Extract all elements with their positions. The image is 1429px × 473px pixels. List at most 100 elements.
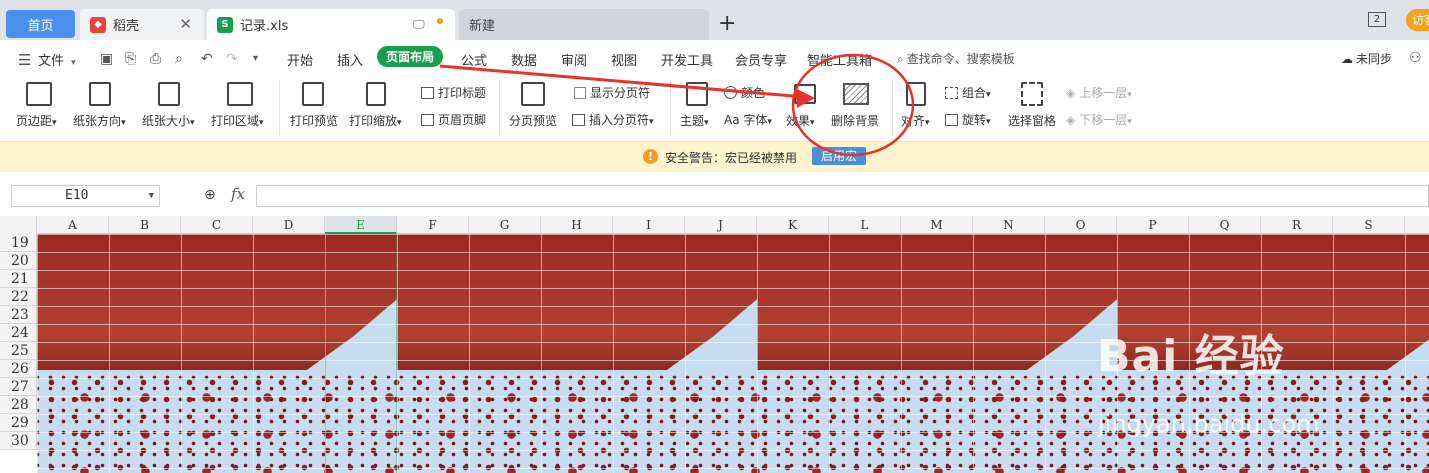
tab-new[interactable]: 新建	[459, 9, 709, 40]
menu-home[interactable]: 开始	[287, 50, 313, 69]
page-break-preview-icon[interactable]	[521, 82, 545, 106]
print-scale-icon[interactable]	[366, 82, 386, 106]
print-preview-icon[interactable]: ⌕	[175, 51, 183, 67]
menu-page-layout[interactable]: 页面布局	[377, 46, 444, 67]
align-button[interactable]: 对齐▾	[901, 112, 930, 129]
rotate-button[interactable]: 旋转▾	[945, 111, 991, 128]
page-break-preview-button[interactable]: 分页预览	[509, 112, 557, 129]
margins-icon[interactable]	[26, 82, 52, 106]
theme-button[interactable]: 主题▾	[680, 112, 709, 129]
delete-background-button[interactable]: 删除背景	[831, 112, 879, 129]
selection-pane-button[interactable]: 选择窗格	[1008, 112, 1056, 129]
bring-forward-button[interactable]: ◈ 上移一层▾	[1066, 84, 1132, 101]
print-preview-button[interactable]: 打印预览	[290, 112, 338, 129]
row-header-23[interactable]: 23	[0, 306, 37, 324]
hamburger-menu-icon[interactable]: ☰	[18, 51, 31, 69]
row-header-27[interactable]: 27	[0, 378, 37, 396]
undo-icon[interactable]: ↶	[201, 51, 213, 67]
orientation-button[interactable]: 纸张方向▾	[73, 112, 126, 129]
column-header-b[interactable]: B	[109, 216, 181, 234]
row-header-28[interactable]: 28	[0, 396, 37, 414]
column-header-i[interactable]: I	[613, 216, 685, 234]
column-header-e[interactable]: E	[325, 216, 397, 234]
share-user-icon[interactable]: ⚇	[1409, 50, 1422, 66]
column-header-l[interactable]: L	[829, 216, 901, 234]
save-icon[interactable]: ▣	[100, 51, 113, 67]
row-header-25[interactable]: 25	[0, 342, 37, 360]
row-header-30[interactable]: 30	[0, 432, 37, 450]
row-header-19[interactable]: 19	[0, 234, 37, 252]
column-header-g[interactable]: G	[469, 216, 541, 234]
theme-icon[interactable]	[686, 82, 708, 106]
row-header-26[interactable]: 26	[0, 360, 37, 378]
colors-button[interactable]: 颜色	[724, 84, 765, 101]
row-header-20[interactable]: 20	[0, 252, 37, 270]
close-icon[interactable]: ✕	[179, 15, 192, 33]
column-header-p[interactable]: P	[1117, 216, 1189, 234]
enable-macro-button[interactable]: 启用宏	[812, 147, 866, 165]
column-header-r[interactable]: R	[1261, 216, 1333, 234]
print-area-icon[interactable]	[227, 82, 253, 106]
column-header-n[interactable]: N	[973, 216, 1045, 234]
menu-review[interactable]: 审阅	[561, 50, 587, 69]
effects-icon[interactable]	[794, 84, 816, 104]
column-header-a[interactable]: A	[37, 216, 109, 234]
monitor-icon[interactable]: 🖵	[413, 17, 425, 32]
customize-toolbar-icon[interactable]: ▾	[253, 53, 258, 64]
insert-page-break-button[interactable]: 插入分页符▾	[572, 111, 654, 128]
group-button[interactable]: 组合▾	[945, 84, 991, 101]
print-area-button[interactable]: 打印区域▾	[211, 112, 264, 129]
column-header-s[interactable]: S	[1333, 216, 1405, 234]
delete-background-icon[interactable]	[843, 83, 869, 105]
tab-spreadsheet[interactable]: S 记录.xls 🖵	[207, 9, 455, 40]
menu-smart-toolbox[interactable]: 智能工具箱	[807, 50, 872, 69]
column-header-f[interactable]: F	[397, 216, 469, 234]
orientation-icon[interactable]	[89, 82, 111, 106]
align-icon[interactable]	[906, 82, 926, 106]
chevron-down-icon[interactable]: ▼	[149, 186, 154, 206]
add-tab-icon[interactable]: +	[718, 11, 736, 36]
margins-button[interactable]: 页边距▾	[16, 112, 57, 129]
command-search[interactable]: ⌕ 查找命令、搜索模板	[897, 50, 1015, 67]
show-page-break-checkbox[interactable]: 显示分页符	[574, 84, 650, 101]
formula-input[interactable]	[256, 185, 1429, 207]
menu-developer[interactable]: 开发工具	[661, 50, 713, 69]
sync-status[interactable]: ☁ 未同步	[1341, 50, 1392, 67]
column-header-o[interactable]: O	[1045, 216, 1117, 234]
column-header-j[interactable]: J	[685, 216, 757, 234]
menu-formulas[interactable]: 公式	[461, 50, 487, 69]
paper-size-button[interactable]: 纸张大小▾	[142, 112, 195, 129]
print-scale-button[interactable]: 打印缩放▾	[349, 112, 402, 129]
column-header-m[interactable]: M	[901, 216, 973, 234]
menu-insert[interactable]: 插入	[337, 50, 363, 69]
menu-view[interactable]: 视图	[611, 50, 637, 69]
print-preview-large-icon[interactable]	[302, 82, 324, 106]
paper-size-icon[interactable]	[158, 82, 180, 106]
row-header-29[interactable]: 29	[0, 414, 37, 432]
effects-button[interactable]: 效果▾	[786, 112, 815, 129]
redo-icon[interactable]: ↷	[226, 51, 238, 67]
row-header-22[interactable]: 22	[0, 288, 37, 306]
row-header-21[interactable]: 21	[0, 270, 37, 288]
name-box[interactable]: E10 ▼	[11, 185, 160, 207]
column-header-k[interactable]: K	[757, 216, 829, 234]
print-icon[interactable]: ⎙	[150, 51, 161, 67]
fx-icon[interactable]: fx	[231, 185, 245, 203]
menu-member[interactable]: 会员专享	[735, 50, 787, 69]
column-header-q[interactable]: Q	[1189, 216, 1261, 234]
selection-pane-icon[interactable]	[1021, 82, 1043, 106]
window-count-badge[interactable]: 2	[1368, 12, 1386, 27]
tab-home[interactable]: 首页	[6, 10, 75, 38]
zoom-icon[interactable]: ⊕	[204, 187, 216, 203]
format-painter-icon[interactable]: ⎘	[125, 51, 136, 67]
column-header-c[interactable]: C	[181, 216, 253, 234]
menu-file[interactable]: 文件 ▾	[38, 50, 76, 69]
select-all-corner[interactable]	[0, 216, 37, 234]
print-titles-button[interactable]: 打印标题	[421, 84, 486, 101]
visitor-button[interactable]: 访客	[1406, 9, 1429, 31]
column-header-h[interactable]: H	[541, 216, 613, 234]
font-button[interactable]: Aa 字体▾	[724, 111, 772, 128]
header-footer-button[interactable]: 页眉页脚	[421, 111, 486, 128]
menu-data[interactable]: 数据	[511, 50, 537, 69]
send-backward-button[interactable]: ◈ 下移一层▾	[1066, 111, 1132, 128]
